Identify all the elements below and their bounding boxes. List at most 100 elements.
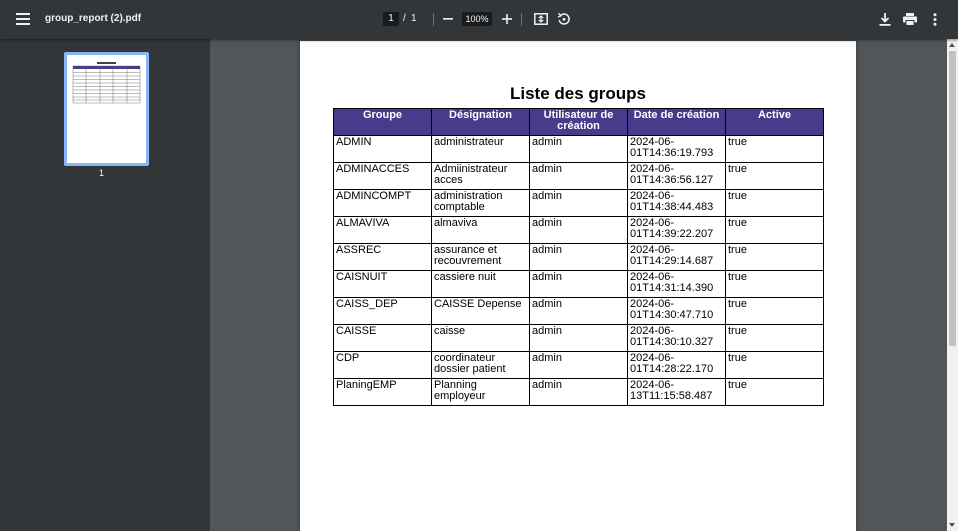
rotate-button[interactable] (556, 11, 572, 27)
column-header: Date de création (627, 108, 726, 136)
column-header: Active (725, 108, 824, 136)
table-cell: admin (529, 378, 628, 406)
table-cell: admin (529, 324, 628, 352)
table-cell: PlaningEMP (333, 378, 432, 406)
table-cell: CDP (333, 351, 432, 379)
table-cell: caisse (431, 324, 530, 352)
vertical-scrollbar[interactable] (947, 39, 958, 531)
table-cell: CAISSE (333, 324, 432, 352)
table-row: CDP coordinateur dossier patient admin 2024… (333, 351, 824, 379)
column-header: Groupe (333, 108, 432, 136)
table-cell: 2024-06-01T14:36:56.127 (627, 162, 726, 190)
zoom-in-icon (502, 14, 512, 24)
table-row: CAISNUIT cassiere nuit admin 2024-06-01T14:… (333, 270, 824, 298)
table-cell: 2024-06-01T14:31:14.390 (627, 270, 726, 298)
table-cell: CAISS_DEP (333, 297, 432, 325)
page-separator: / (403, 13, 406, 24)
table-cell: ADMIN (333, 135, 432, 163)
table-cell: true (725, 378, 824, 406)
table-cell: administration comptable (431, 189, 530, 217)
table-cell: almaviva (431, 216, 530, 244)
table-cell: admin (529, 270, 628, 298)
table-cell: ADMINACCES (333, 162, 432, 190)
table-cell: true (725, 324, 824, 352)
table-row: ADMINACCES Admiinistrateur acces admin 2024… (333, 162, 824, 190)
pdf-toolbar: group_report (2).pdf / 1 (0, 0, 958, 39)
pdf-page: Liste des groups Groupe Désignation Util… (300, 41, 856, 531)
page-thumbnail[interactable] (64, 52, 149, 166)
zoom-out-icon (443, 18, 453, 20)
more-options-button[interactable] (927, 11, 943, 27)
toolbar-divider (521, 13, 522, 26)
table-cell: 2024-06-01T14:36:19.793 (627, 135, 726, 163)
table-cell: admin (529, 351, 628, 379)
table-cell: 2024-06-01T14:29:14.687 (627, 243, 726, 271)
table-cell: 2024-06-13T11:15:58.487 (627, 378, 726, 406)
table-cell: coordinateur dossier patient (431, 351, 530, 379)
document-title: Liste des groups (509, 84, 647, 103)
table-cell: true (725, 189, 824, 217)
table-row: CAISS_DEP CAISSE Depense admin 2024-06-01T1… (333, 297, 824, 325)
table-cell: admin (529, 243, 628, 271)
groups-table: Groupe Désignation Utilisateur de créati… (333, 108, 824, 406)
table-cell: true (725, 216, 824, 244)
table-cell: 2024-06-01T14:38:44.483 (627, 189, 726, 217)
table-row: ASSREC assurance et recouvrement admin 2024… (333, 243, 824, 271)
column-header: Utilisateur de création (529, 108, 628, 136)
zoom-input[interactable] (462, 12, 492, 26)
table-cell: CAISSE Depense (431, 297, 530, 325)
table-cell: 2024-06-01T14:28:22.170 (627, 351, 726, 379)
table-cell: admin (529, 189, 628, 217)
table-row: ADMINCOMPT administration comptable admin 2… (333, 189, 824, 217)
table-cell: cassiere nuit (431, 270, 530, 298)
more-icon (933, 12, 937, 26)
page-number-input[interactable] (383, 12, 399, 26)
table-cell: administrateur (431, 135, 530, 163)
table-cell: Admiinistrateur acces (431, 162, 530, 190)
zoom-out-button[interactable] (441, 12, 455, 26)
table-cell: admin (529, 297, 628, 325)
table-cell: 2024-06-01T14:30:47.710 (627, 297, 726, 325)
table-cell: 2024-06-01T14:30:10.327 (627, 324, 726, 352)
fit-page-icon (534, 13, 548, 25)
table-cell: Planning employeur (431, 378, 530, 406)
table-cell: true (725, 243, 824, 271)
print-icon (903, 12, 917, 26)
table-cell: ASSREC (333, 243, 432, 271)
page-total: 1 (411, 13, 417, 24)
table-cell: CAISNUIT (333, 270, 432, 298)
table-cell: ALMAVIVA (333, 216, 432, 244)
fit-page-button[interactable] (533, 11, 549, 27)
table-cell: true (725, 297, 824, 325)
table-cell: 2024-06-01T14:39:22.207 (627, 216, 726, 244)
table-row: PlaningEMP Planning employeur admin 2024-06… (333, 378, 824, 406)
download-button[interactable] (877, 11, 893, 27)
file-name: group_report (2).pdf (45, 13, 142, 24)
toolbar-divider (433, 13, 434, 26)
scroll-up-arrow-icon[interactable] (949, 43, 955, 47)
table-cell: true (725, 135, 824, 163)
table-cell: admin (529, 162, 628, 190)
thumbnail-sidebar: 1 (0, 39, 210, 531)
table-cell: ADMINCOMPT (333, 189, 432, 217)
print-button[interactable] (902, 11, 918, 27)
document-viewer[interactable]: Liste des groups Groupe Désignation Util… (210, 39, 947, 531)
table-row: CAISSE caisse admin 2024-06-01T14:30:10.327… (333, 324, 824, 352)
table-cell: assurance et recouvrement (431, 243, 530, 271)
table-cell: true (725, 351, 824, 379)
download-icon (879, 12, 891, 26)
table-cell: true (725, 162, 824, 190)
rotate-icon (557, 12, 570, 25)
menu-icon (16, 13, 30, 25)
zoom-in-button[interactable] (500, 12, 514, 26)
menu-button[interactable] (12, 9, 34, 29)
table-cell: admin (529, 135, 628, 163)
table-header-row: Groupe Désignation Utilisateur de créati… (333, 108, 824, 136)
table-row: ADMIN administrateur admin 2024-06-01T14:36… (333, 135, 824, 163)
thumbnail-page-number: 1 (99, 168, 105, 178)
page-thumbnail-preview (72, 62, 141, 104)
column-header: Désignation (431, 108, 530, 136)
scrollbar-thumb[interactable] (949, 51, 956, 346)
table-cell: admin (529, 216, 628, 244)
scroll-down-arrow-icon[interactable] (949, 523, 955, 527)
